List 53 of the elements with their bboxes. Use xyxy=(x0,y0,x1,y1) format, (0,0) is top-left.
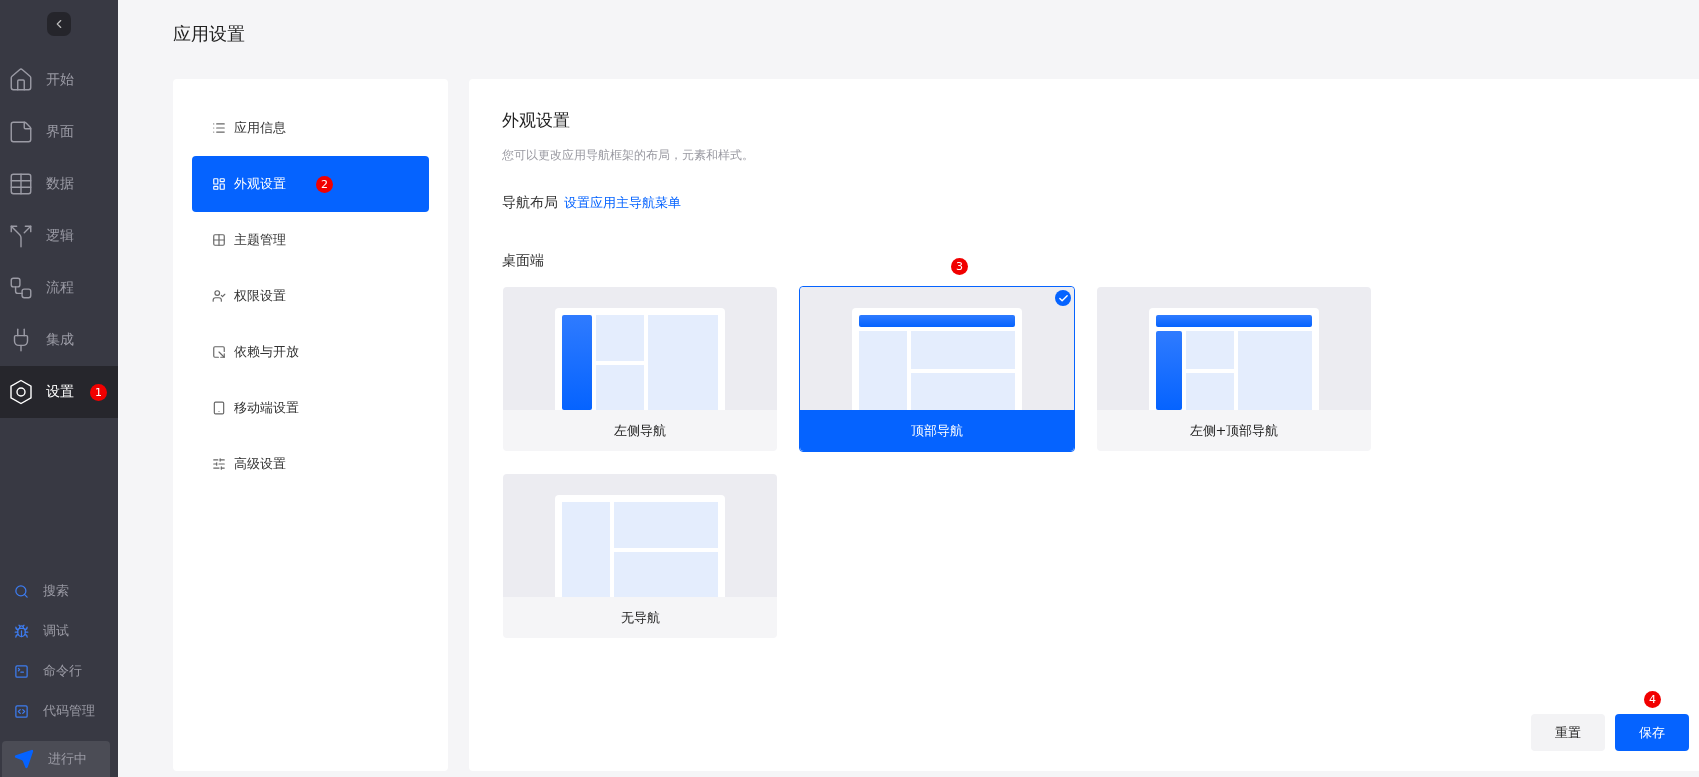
layout-option-label: 无导航 xyxy=(503,597,777,638)
send-icon xyxy=(14,749,34,769)
layout-option-label: 左侧+顶部导航 xyxy=(1097,410,1371,451)
menu-icon xyxy=(212,289,226,303)
nav-icon xyxy=(8,171,34,197)
nav-menu-link[interactable]: 设置应用主导航菜单 xyxy=(564,194,681,212)
number-marker: 4 xyxy=(1644,691,1661,708)
menu-icon xyxy=(212,345,226,359)
menu-item[interactable]: 移动端设置 xyxy=(192,380,429,436)
menu-item[interactable]: 主题管理 xyxy=(192,212,429,268)
nav-item[interactable]: 设置 1 xyxy=(0,366,118,418)
layout-option-label: 左侧导航 xyxy=(503,410,777,451)
menu-item[interactable]: 高级设置 xyxy=(192,436,429,492)
tool-item[interactable]: 命令行 xyxy=(0,651,118,691)
nav-item[interactable]: 流程 xyxy=(0,262,118,314)
reset-button[interactable]: 重置 xyxy=(1531,714,1605,751)
nav-item[interactable]: 开始 xyxy=(0,54,118,106)
nav-icon xyxy=(8,67,34,93)
tool-icon xyxy=(14,703,29,719)
nav-item[interactable]: 逻辑 xyxy=(0,210,118,262)
tool-item[interactable]: 调试 xyxy=(0,611,118,651)
tool-item[interactable]: 搜索 xyxy=(0,571,118,611)
nav-layout-label: 导航布局 xyxy=(502,194,558,212)
menu-icon xyxy=(212,457,226,471)
menu-item[interactable]: 外观设置 2 xyxy=(192,156,429,212)
page-title: 应用设置 xyxy=(173,22,246,46)
collapse-button[interactable] xyxy=(47,12,71,36)
tool-icon xyxy=(14,583,29,599)
menu-icon xyxy=(212,177,226,191)
section-label: 桌面端 xyxy=(502,252,544,270)
menu-icon xyxy=(212,121,226,135)
nav-item[interactable]: 界面 xyxy=(0,106,118,158)
description: 您可以更改应用导航框架的布局，元素和样式。 xyxy=(502,147,755,164)
nav-icon xyxy=(8,223,34,249)
menu-icon xyxy=(212,401,226,415)
tool-item[interactable]: 代码管理 xyxy=(0,691,118,731)
tool-icon xyxy=(14,623,29,639)
hexagon-gear-icon xyxy=(8,379,34,405)
menu-item[interactable]: 依赖与开放 xyxy=(192,324,429,380)
status-button[interactable]: 进行中 xyxy=(2,741,110,777)
number-marker: 3 xyxy=(951,258,968,275)
nav-icon xyxy=(8,275,34,301)
layout-option-label: 顶部导航 xyxy=(800,410,1074,451)
nav-item[interactable]: 集成 xyxy=(0,314,118,366)
panel-title: 外观设置 xyxy=(502,109,571,132)
menu-item[interactable]: 应用信息 xyxy=(192,100,429,156)
number-marker: 1 xyxy=(90,383,107,401)
nav-icon xyxy=(8,119,34,145)
menu-icon xyxy=(212,233,226,247)
menu-item[interactable]: 权限设置 xyxy=(192,268,429,324)
tool-icon xyxy=(14,663,29,679)
nav-item[interactable]: 数据 xyxy=(0,158,118,210)
number-marker: 2 xyxy=(316,175,333,193)
